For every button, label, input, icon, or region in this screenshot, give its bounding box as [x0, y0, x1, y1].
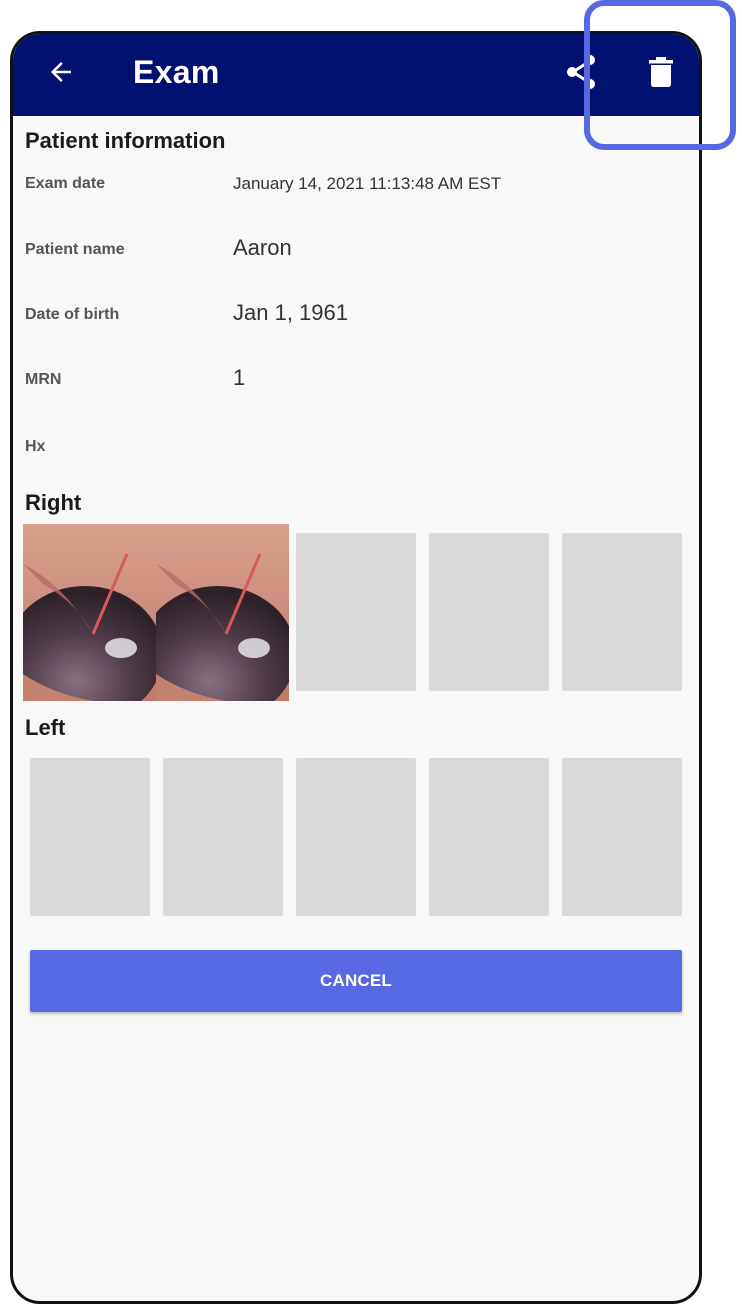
left-ear-heading: Left [25, 715, 66, 740]
left-ear-empty-slot-5[interactable] [562, 758, 682, 916]
delete-button[interactable] [641, 50, 681, 94]
page-title: Exam [133, 54, 220, 90]
exam-date-value: January 14, 2021 11:13:48 AM EST [233, 174, 502, 193]
patient-name-value: Aaron [233, 235, 292, 260]
exam-date-label: Exam date [25, 175, 106, 192]
patient-information-heading: Patient information [25, 128, 226, 153]
hx-label: Hx [25, 438, 46, 455]
trash-icon [649, 57, 673, 87]
patient-name-label: Patient name [25, 241, 125, 258]
arrow-left-icon [51, 62, 71, 82]
left-ear-image-row [13, 758, 699, 938]
right-ear-image-row [13, 524, 699, 704]
back-button[interactable] [39, 50, 83, 94]
right-ear-image-1[interactable] [23, 524, 156, 701]
left-ear-empty-slot-2[interactable] [163, 758, 283, 916]
phone-screen: Exam Patient information Exam date Janua… [10, 31, 702, 1304]
cancel-button[interactable]: CANCEL [30, 950, 682, 1012]
right-ear-image-2[interactable] [156, 524, 289, 701]
right-ear-heading: Right [25, 490, 82, 515]
mrn-value: 1 [233, 365, 246, 390]
right-ear-empty-slot-4[interactable] [429, 533, 549, 691]
share-button[interactable] [561, 50, 601, 94]
date-of-birth-value: Jan 1, 1961 [233, 300, 348, 325]
mrn-label: MRN [25, 371, 62, 388]
right-ear-empty-slot-5[interactable] [562, 533, 682, 691]
left-ear-empty-slot-3[interactable] [296, 758, 416, 916]
date-of-birth-label: Date of birth [25, 306, 120, 323]
left-ear-empty-slot-4[interactable] [429, 758, 549, 916]
app-bar: Exam [13, 34, 699, 116]
share-icon [567, 55, 595, 89]
right-ear-empty-slot-3[interactable] [296, 533, 416, 691]
left-ear-empty-slot-1[interactable] [30, 758, 150, 916]
